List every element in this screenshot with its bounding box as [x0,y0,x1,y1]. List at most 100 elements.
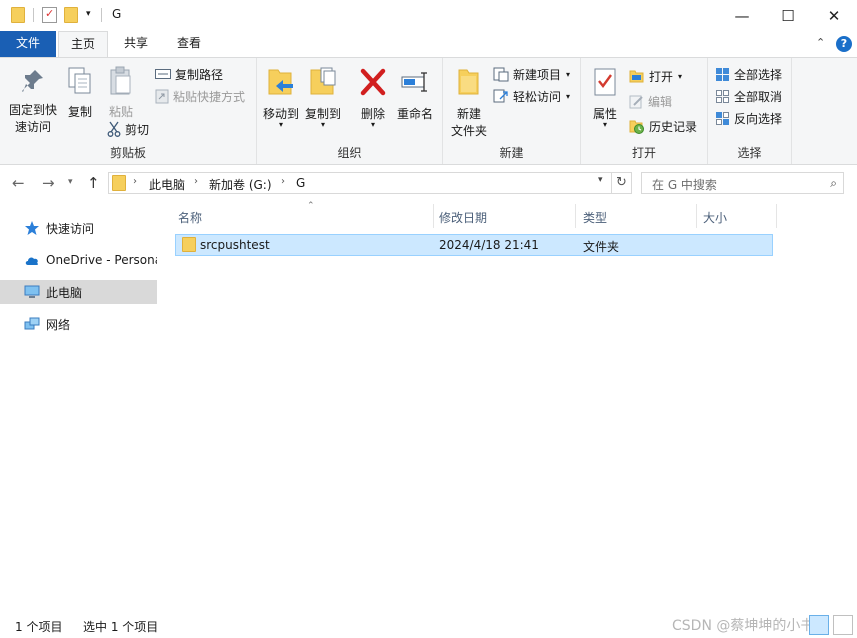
window-title: G [112,7,122,21]
move-to-icon [268,69,293,95]
recent-locations-icon[interactable]: ▾ [68,177,73,187]
column-header-type[interactable]: 类型 [575,204,697,228]
paste-button[interactable]: 粘贴 [102,66,140,121]
group-label-new: 新建 [499,146,524,160]
group-label-clipboard: 剪贴板 [109,146,146,160]
new-folder-button[interactable]: 新建 文件夹 [445,66,493,140]
collapse-ribbon-icon[interactable]: ⌃ [816,36,825,49]
tab-home[interactable]: 主页 [58,31,108,58]
cloud-icon [25,257,39,265]
nav-item-quick-access[interactable]: 快速访问 [0,216,157,240]
new-folder-label-1: 新建 [456,107,481,121]
tab-view[interactable]: 查看 [166,31,212,57]
nav-label-quick-access: 快速访问 [46,221,95,236]
select-all-button[interactable]: 全部选择 [715,64,782,84]
search-icon[interactable]: ⌕ [830,176,837,191]
select-none-button[interactable]: 全部取消 [715,86,782,106]
select-all-icon [716,67,729,81]
breadcrumb-separator-icon[interactable]: › [133,176,137,187]
copy-button[interactable]: 复制 [62,66,98,121]
search-box[interactable]: 在 G 中搜索 ⌕ [641,172,844,194]
column-type-label: 类型 [583,211,608,225]
group-select: 全部选择 全部取消 反向选择 选择 [708,58,792,164]
tab-file[interactable]: 文件 [0,31,56,57]
item-count: 1 个项目 [15,620,63,634]
group-open: 属性 ▾ 打开 ▾ 编辑 历史记录 打开 [581,58,708,164]
sort-ascending-icon: ⌃ [307,201,315,211]
group-clipboard: 固定到快 速访问 复制 粘贴 复制路径 粘贴快捷方式 剪切 剪贴板 [0,58,257,164]
delete-x-icon [360,68,386,96]
divider [33,8,34,22]
back-arrow-icon[interactable]: ← [12,174,25,192]
file-row[interactable]: srcpushtest 2024/4/18 21:41 文件夹 [175,234,773,256]
new-item-icon [493,67,509,81]
copy-label: 复制 [67,105,92,119]
minimize-button[interactable]: — [719,0,765,31]
cut-button[interactable]: 剪切 [107,119,149,139]
folder-icon [11,7,25,23]
customize-quick-access-icon[interactable]: ▾ [86,9,91,19]
properties-quick-icon[interactable]: ✓ [42,7,57,23]
copy-path-label: 复制路径 [175,67,224,82]
breadcrumb-separator-icon[interactable]: › [281,176,285,187]
move-to-button[interactable]: 移动到 ▾ [261,66,301,129]
column-header-modified[interactable]: 修改日期 [431,204,576,228]
maximize-button[interactable]: ☐ [765,0,811,31]
open-button[interactable]: 打开 ▾ [629,66,682,86]
network-icon [24,317,40,330]
forward-arrow-icon[interactable]: → [42,174,55,192]
pin-quick-access-button[interactable]: 固定到快 速访问 [4,68,62,136]
selected-count: 选中 1 个项目 [83,620,159,634]
large-icons-view-icon[interactable] [833,615,853,635]
column-header-name[interactable]: 名称 ⌃ [170,201,434,228]
delete-button[interactable]: 删除 ▾ [353,66,393,129]
group-label-open: 打开 [631,146,656,160]
copy-to-icon [310,67,336,95]
column-header-size[interactable]: 大小 [695,204,777,228]
breadcrumb-this-pc[interactable]: 此电脑 [149,176,185,193]
tab-share[interactable]: 共享 [114,31,158,57]
address-bar[interactable]: › 此电脑 › 新加卷 (G:) › G [108,172,612,194]
new-folder-quick-icon[interactable] [64,7,78,23]
easy-access-icon [493,89,508,102]
breadcrumb-separator-icon[interactable]: › [194,176,198,187]
nav-item-onedrive[interactable]: OneDrive - Persona [0,248,157,272]
scissors-icon [107,121,121,137]
nav-item-this-pc[interactable]: 此电脑 [0,280,157,304]
nav-item-network[interactable]: 网络 [0,312,157,336]
file-modified: 2024/4/18 21:41 [439,238,539,252]
group-organize: 移动到 ▾ 复制到 ▾ 删除 ▾ 重命名 组织 [257,58,443,164]
select-none-icon [716,89,729,103]
copy-to-button[interactable]: 复制到 ▾ [303,66,343,129]
invert-selection-button[interactable]: 反向选择 [715,108,782,128]
rename-button[interactable]: 重命名 [393,66,437,123]
copy-path-icon [155,69,171,79]
invert-selection-icon [716,111,729,125]
history-button[interactable]: 历史记录 [629,116,697,136]
details-view-icon[interactable] [809,615,829,635]
help-icon[interactable]: ? [836,36,852,52]
breadcrumb-drive[interactable]: 新加卷 (G:) [209,176,272,193]
select-none-label: 全部取消 [734,89,783,104]
edit-button[interactable]: 编辑 [629,91,672,111]
copy-path-button[interactable]: 复制路径 [155,64,223,84]
new-item-button[interactable]: 新建项目 ▾ [493,64,570,84]
paste-shortcut-button[interactable]: 粘贴快捷方式 [155,86,245,106]
ribbon-tabs: 文件 主页 共享 查看 ⌃ ? [0,31,857,58]
pin-label-2: 速访问 [14,120,51,134]
column-modified-label: 修改日期 [439,211,488,225]
cut-label: 剪切 [125,122,150,137]
address-history-icon[interactable]: ▾ [598,175,603,185]
properties-button[interactable]: 属性 ▾ [587,66,623,129]
group-new: 新建 文件夹 新建项目 ▾ 轻松访问 ▾ 新建 [443,58,581,164]
title-bar: ✓ ▾ G — ☐ ✕ [0,0,857,31]
close-button[interactable]: ✕ [811,0,857,31]
refresh-icon[interactable]: ↻ [612,172,632,194]
history-icon [629,120,644,134]
up-arrow-icon[interactable]: ↑ [87,174,100,192]
easy-access-button[interactable]: 轻松访问 ▾ [493,86,570,106]
file-list: 名称 ⌃ 修改日期 类型 大小 srcpushtest 2024/4/18 21… [160,200,857,610]
star-icon [25,221,39,235]
new-item-label: 新建项目 [513,67,562,82]
breadcrumb-folder[interactable]: G [296,176,305,190]
